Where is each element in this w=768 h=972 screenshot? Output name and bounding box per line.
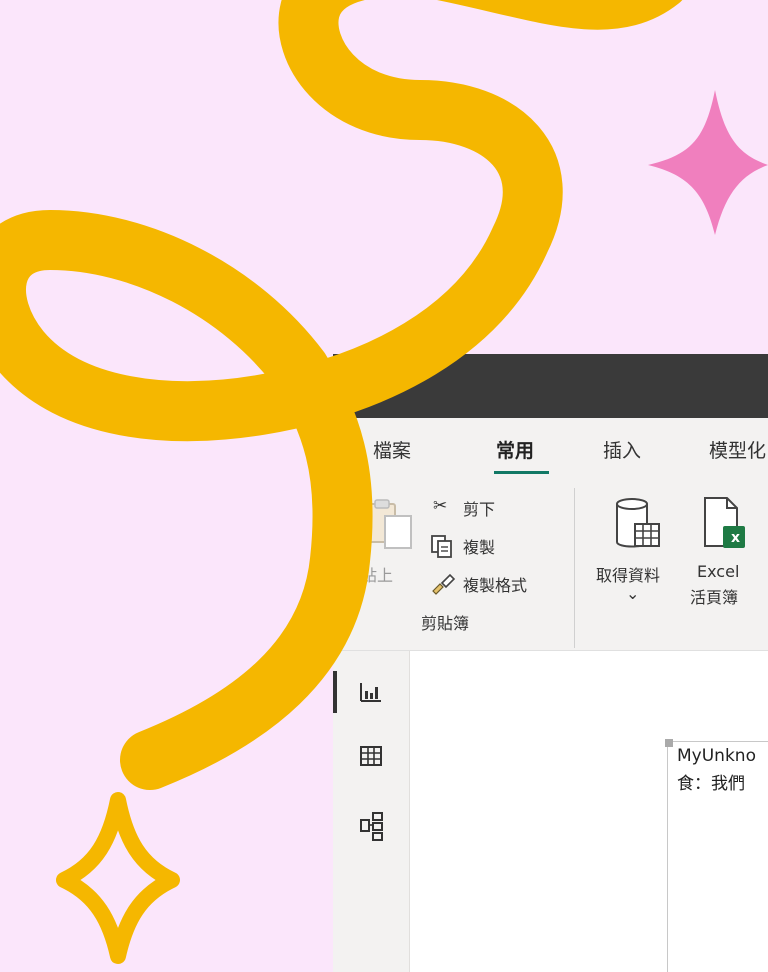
group-divider [574, 488, 575, 648]
excel-workbook-button[interactable]: Excel [697, 562, 739, 581]
copy-button[interactable]: 複製 [463, 534, 495, 558]
excel-badge: x [731, 530, 741, 546]
powerbi-window: 檔案 常用 插入 模型化 貼上 ✂ 剪下 複製 複製格式 剪貼簿 取得資料 ⌄ … [333, 354, 768, 972]
paste-button[interactable]: 貼上 [361, 562, 393, 586]
visual-text-line: 食：我們 [677, 774, 745, 794]
tab-file[interactable]: 檔案 [373, 436, 411, 463]
copy-icon[interactable] [430, 534, 454, 558]
scissors-icon[interactable]: ✂ [433, 496, 447, 516]
title-bar [333, 354, 768, 418]
report-view-icon[interactable] [359, 681, 383, 703]
cut-button[interactable]: 剪下 [463, 496, 495, 520]
tab-home[interactable]: 常用 [496, 436, 534, 463]
chevron-down-icon[interactable]: ⌄ [626, 584, 639, 603]
paste-icon[interactable] [363, 498, 417, 552]
tab-insert[interactable]: 插入 [603, 436, 641, 463]
active-view-indicator [333, 671, 337, 713]
clipboard-group-label: 剪貼簿 [421, 614, 470, 633]
model-view-icon[interactable] [359, 811, 385, 841]
visual-text-line: MyUnkno [677, 746, 756, 766]
excel-workbook-label: 活頁簿 [690, 588, 739, 607]
table-view-icon[interactable] [359, 745, 383, 767]
get-data-button[interactable]: 取得資料 [596, 562, 660, 586]
database-icon[interactable] [611, 496, 663, 552]
menu-bar: 檔案 常用 插入 模型化 [333, 418, 768, 478]
text-visual[interactable]: MyUnkno 食：我們 [665, 739, 768, 972]
pink-sparkle-icon [648, 90, 768, 235]
resize-handle[interactable] [665, 739, 673, 747]
save-icon[interactable] [363, 372, 387, 396]
report-canvas[interactable]: MyUnkno 食：我們 [410, 651, 768, 972]
active-tab-indicator [494, 471, 549, 474]
format-painter-icon[interactable] [430, 570, 456, 596]
excel-file-icon[interactable] [701, 496, 753, 552]
ribbon: 貼上 ✂ 剪下 複製 複製格式 剪貼簿 取得資料 ⌄ x Excel 活頁簿 [333, 478, 768, 650]
yellow-sparkle-icon [56, 792, 180, 964]
view-rail [333, 651, 410, 972]
tab-modeling[interactable]: 模型化 [709, 436, 766, 463]
format-painter-button[interactable]: 複製格式 [463, 572, 527, 596]
